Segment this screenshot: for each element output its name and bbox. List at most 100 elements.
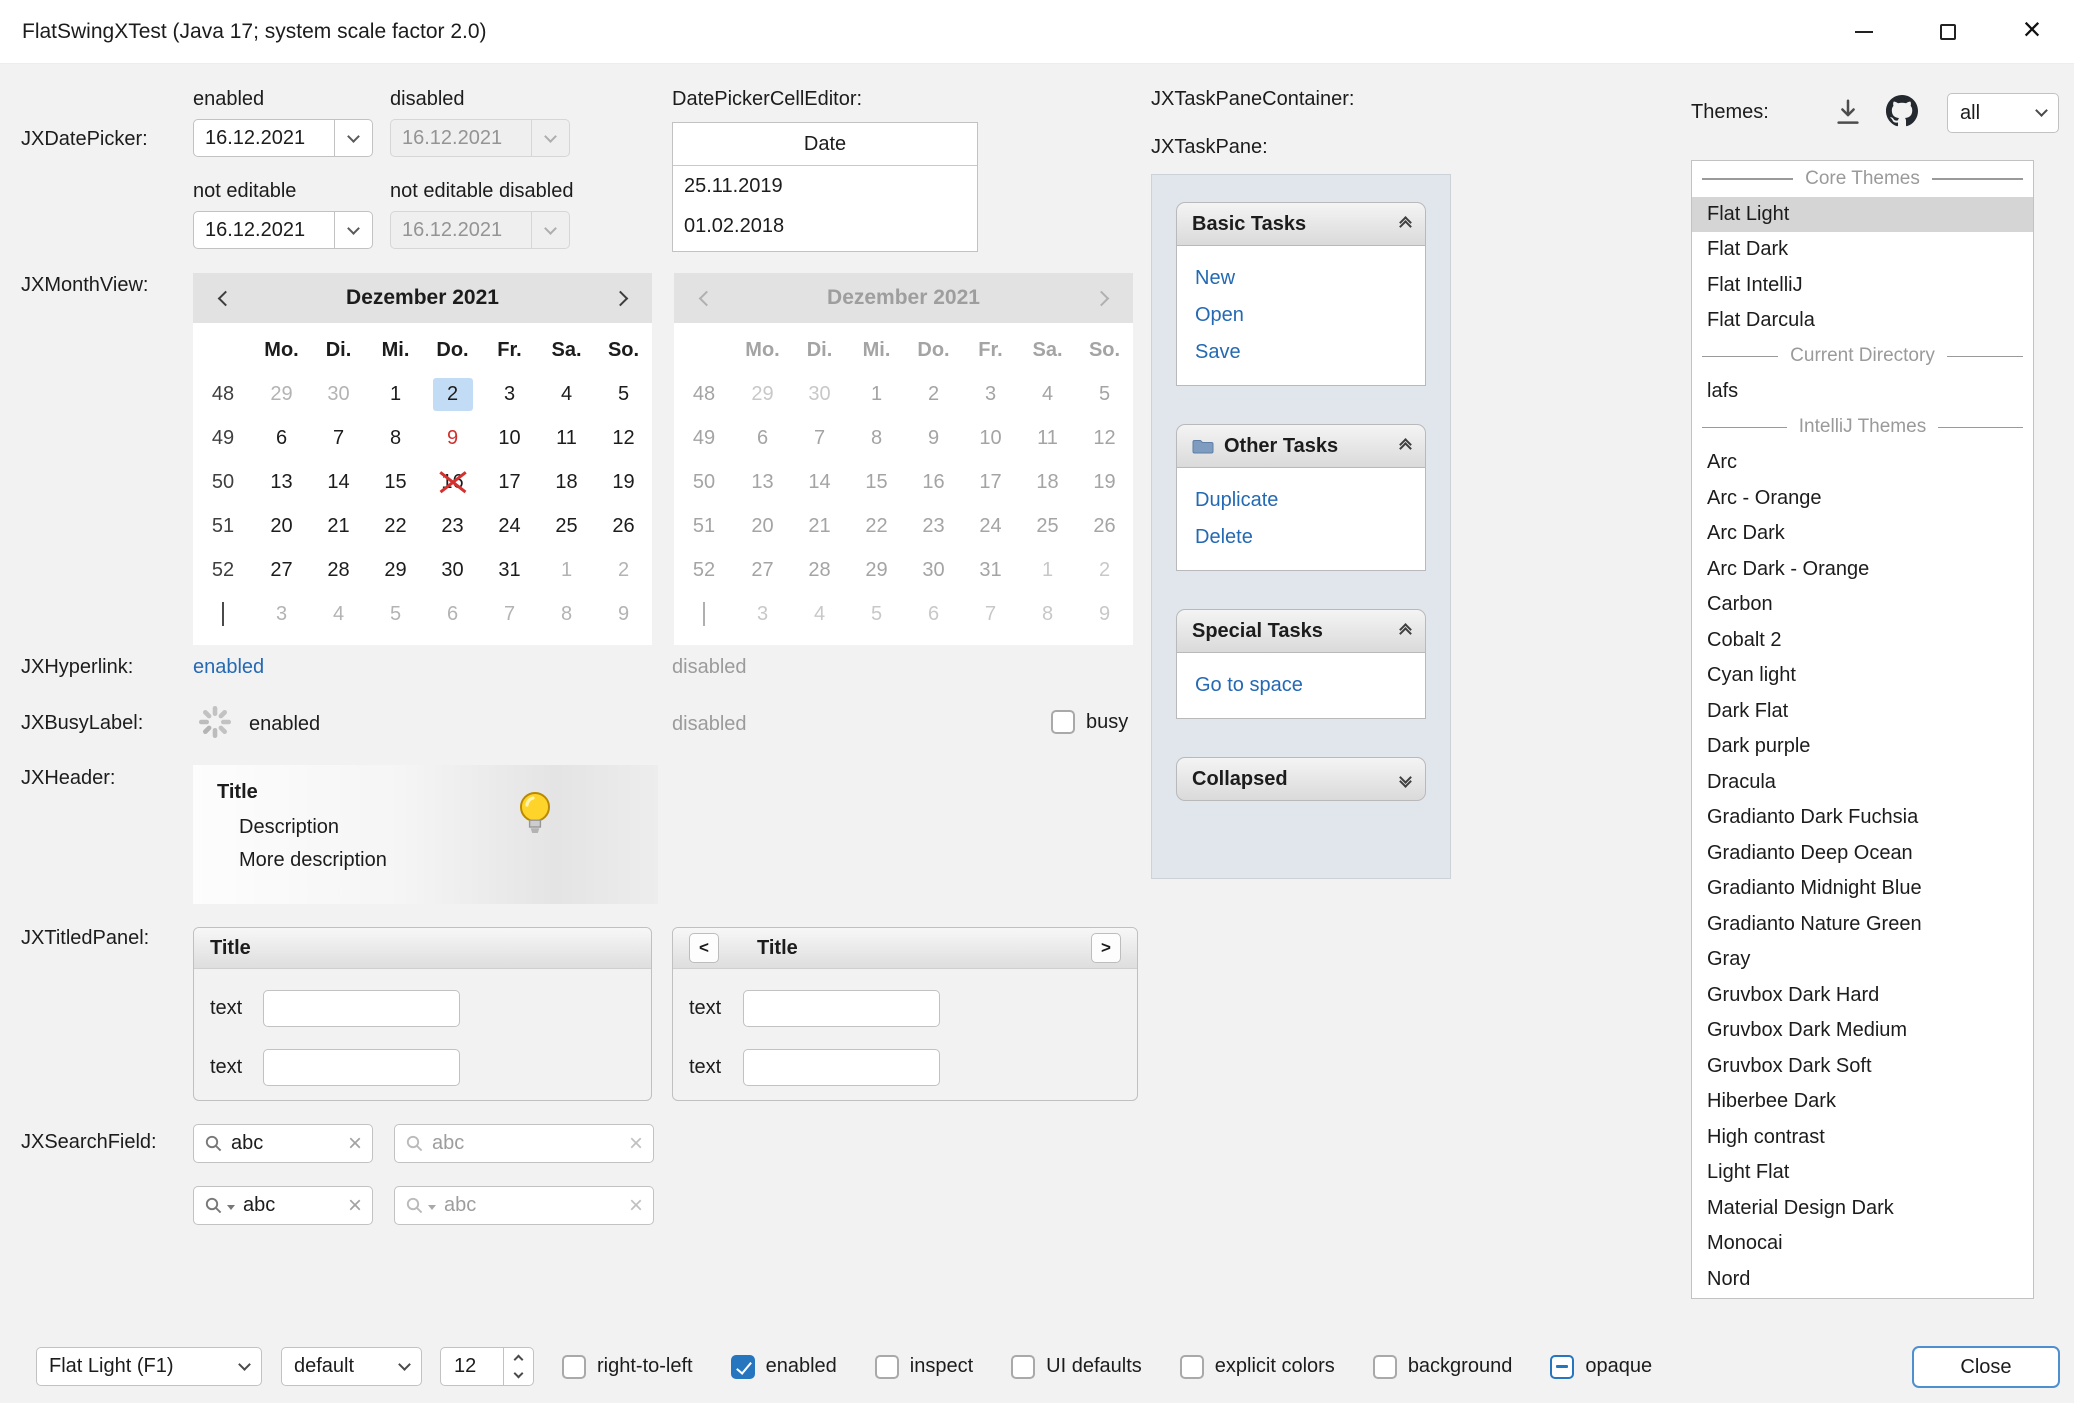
taskpane-link[interactable]: New xyxy=(1195,260,1407,297)
day-cell[interactable]: 31 xyxy=(481,548,538,592)
theme-item[interactable]: Cobalt 2 xyxy=(1692,623,2033,659)
day-cell[interactable]: 29 xyxy=(253,372,310,416)
day-cell[interactable]: 24 xyxy=(481,504,538,548)
theme-item[interactable]: Flat IntelliJ xyxy=(1692,268,2033,304)
theme-item[interactable]: Cyan light xyxy=(1692,658,2033,694)
theme-item[interactable]: Hiberbee Dark xyxy=(1692,1084,2033,1120)
theme-item[interactable]: Nord xyxy=(1692,1262,2033,1298)
theme-item[interactable]: lafs xyxy=(1692,374,2033,410)
theme-item[interactable]: Gradianto Nature Green xyxy=(1692,907,2033,943)
taskpane-header[interactable]: Other Tasks xyxy=(1176,424,1426,468)
hyperlink-enabled[interactable]: enabled xyxy=(193,656,264,679)
text-input[interactable] xyxy=(743,990,940,1027)
taskpane-header[interactable]: Special Tasks xyxy=(1176,609,1426,653)
titledpanel-next-button[interactable]: > xyxy=(1091,933,1121,963)
day-cell[interactable]: 3 xyxy=(481,372,538,416)
theme-item[interactable]: Dracula xyxy=(1692,765,2033,801)
day-cell[interactable]: 9 xyxy=(424,416,481,460)
day-cell[interactable]: 1 xyxy=(538,548,595,592)
close-window-button[interactable]: × xyxy=(1990,0,2074,64)
day-cell[interactable]: 27 xyxy=(253,548,310,592)
datepicker-dropdown-button[interactable] xyxy=(334,120,372,156)
day-cell[interactable]: 28 xyxy=(310,548,367,592)
minimize-button[interactable] xyxy=(1822,0,1906,64)
taskpane-link[interactable]: Delete xyxy=(1195,519,1407,556)
search-field-with-menu[interactable]: abc × xyxy=(193,1186,373,1225)
day-cell[interactable]: 18 xyxy=(538,460,595,504)
theme-item[interactable]: Gruvbox Dark Soft xyxy=(1692,1049,2033,1085)
theme-item[interactable]: Flat Darcula xyxy=(1692,303,2033,339)
datepicker-enabled[interactable]: 16.12.2021 xyxy=(193,119,373,157)
taskpane-header[interactable]: Basic Tasks xyxy=(1176,202,1426,246)
datepicker-dropdown-button[interactable] xyxy=(334,212,372,248)
spinner-down-button[interactable] xyxy=(504,1367,533,1386)
day-cell[interactable]: 6 xyxy=(253,416,310,460)
day-cell[interactable]: 4 xyxy=(538,372,595,416)
checkbox-opaque[interactable]: opaque xyxy=(1550,1355,1652,1379)
theme-item[interactable]: Carbon xyxy=(1692,587,2033,623)
theme-item[interactable]: Arc Dark xyxy=(1692,516,2033,552)
prev-month-button[interactable] xyxy=(213,283,237,313)
theme-item[interactable]: High contrast xyxy=(1692,1120,2033,1156)
themes-filter-combobox[interactable]: all xyxy=(1947,93,2059,133)
day-cell[interactable]: 11 xyxy=(538,416,595,460)
theme-item[interactable]: Dark Flat xyxy=(1692,694,2033,730)
theme-item[interactable]: Gruvbox Dark Hard xyxy=(1692,978,2033,1014)
checkbox-background[interactable]: background xyxy=(1373,1355,1513,1379)
theme-item[interactable]: Dark purple xyxy=(1692,729,2033,765)
clear-icon[interactable]: × xyxy=(348,1194,362,1218)
theme-item[interactable]: Flat Dark xyxy=(1692,232,2033,268)
github-icon[interactable] xyxy=(1886,95,1918,127)
checkbox-inspect[interactable]: inspect xyxy=(875,1355,973,1379)
day-cell[interactable]: 15 xyxy=(367,460,424,504)
day-cell[interactable]: 21 xyxy=(310,504,367,548)
checkbox-explicit-colors[interactable]: explicit colors xyxy=(1180,1355,1335,1379)
day-cell[interactable]: 6 xyxy=(424,592,481,636)
next-month-button[interactable] xyxy=(608,283,632,313)
laf-combobox[interactable]: Flat Light (F1) xyxy=(36,1347,262,1386)
search-input[interactable]: abc xyxy=(231,1132,340,1155)
search-input[interactable]: abc xyxy=(243,1194,340,1217)
taskpane-link[interactable]: Open xyxy=(1195,297,1407,334)
day-cell[interactable]: 2 xyxy=(424,372,481,416)
day-cell[interactable]: 30 xyxy=(424,548,481,592)
checkbox-enabled[interactable]: enabled xyxy=(731,1355,837,1379)
day-cell[interactable]: 12 xyxy=(595,416,652,460)
taskpane-header[interactable]: Collapsed xyxy=(1176,757,1426,801)
theme-item[interactable]: Arc - Orange xyxy=(1692,481,2033,517)
day-cell[interactable]: 14 xyxy=(310,460,367,504)
day-cell[interactable]: 2 xyxy=(595,548,652,592)
day-cell[interactable]: 5 xyxy=(595,372,652,416)
taskpane-link[interactable]: Save xyxy=(1195,334,1407,371)
day-cell[interactable]: 17 xyxy=(481,460,538,504)
theme-item[interactable]: Material Design Dark xyxy=(1692,1191,2033,1227)
theme-item[interactable]: Gradianto Dark Fuchsia xyxy=(1692,800,2033,836)
theme-item[interactable]: Light Flat xyxy=(1692,1155,2033,1191)
maximize-button[interactable] xyxy=(1906,0,1990,64)
theme-item[interactable]: Gradianto Midnight Blue xyxy=(1692,871,2033,907)
theme-item[interactable]: Monocai xyxy=(1692,1226,2033,1262)
taskpane-link[interactable]: Go to space xyxy=(1195,667,1407,704)
font-size-spinner[interactable]: 12 xyxy=(440,1347,534,1386)
day-cell[interactable]: 23 xyxy=(424,504,481,548)
day-cell[interactable]: 5 xyxy=(367,592,424,636)
day-cell[interactable]: 29 xyxy=(367,548,424,592)
theme-item[interactable]: Arc xyxy=(1692,445,2033,481)
day-cell[interactable]: 7 xyxy=(481,592,538,636)
datepicker-not-editable[interactable]: 16.12.2021 xyxy=(193,211,373,249)
text-input[interactable] xyxy=(743,1049,940,1086)
day-cell[interactable]: 16 xyxy=(424,460,481,504)
theme-item[interactable]: Gruvbox Dark Medium xyxy=(1692,1013,2033,1049)
titledpanel-prev-button[interactable]: < xyxy=(689,933,719,963)
day-cell[interactable]: 19 xyxy=(595,460,652,504)
taskpane-link[interactable]: Duplicate xyxy=(1195,482,1407,519)
spinner-up-button[interactable] xyxy=(504,1348,533,1367)
theme-item[interactable]: Flat Light xyxy=(1692,197,2033,233)
day-cell[interactable]: 1 xyxy=(367,372,424,416)
text-input[interactable] xyxy=(263,1049,460,1086)
download-icon[interactable] xyxy=(1833,97,1863,127)
day-cell[interactable]: 3 xyxy=(253,592,310,636)
theme-item[interactable]: Gray xyxy=(1692,942,2033,978)
search-field-enabled[interactable]: abc × xyxy=(193,1124,373,1163)
checkbox-busy[interactable]: busy xyxy=(1051,710,1128,734)
